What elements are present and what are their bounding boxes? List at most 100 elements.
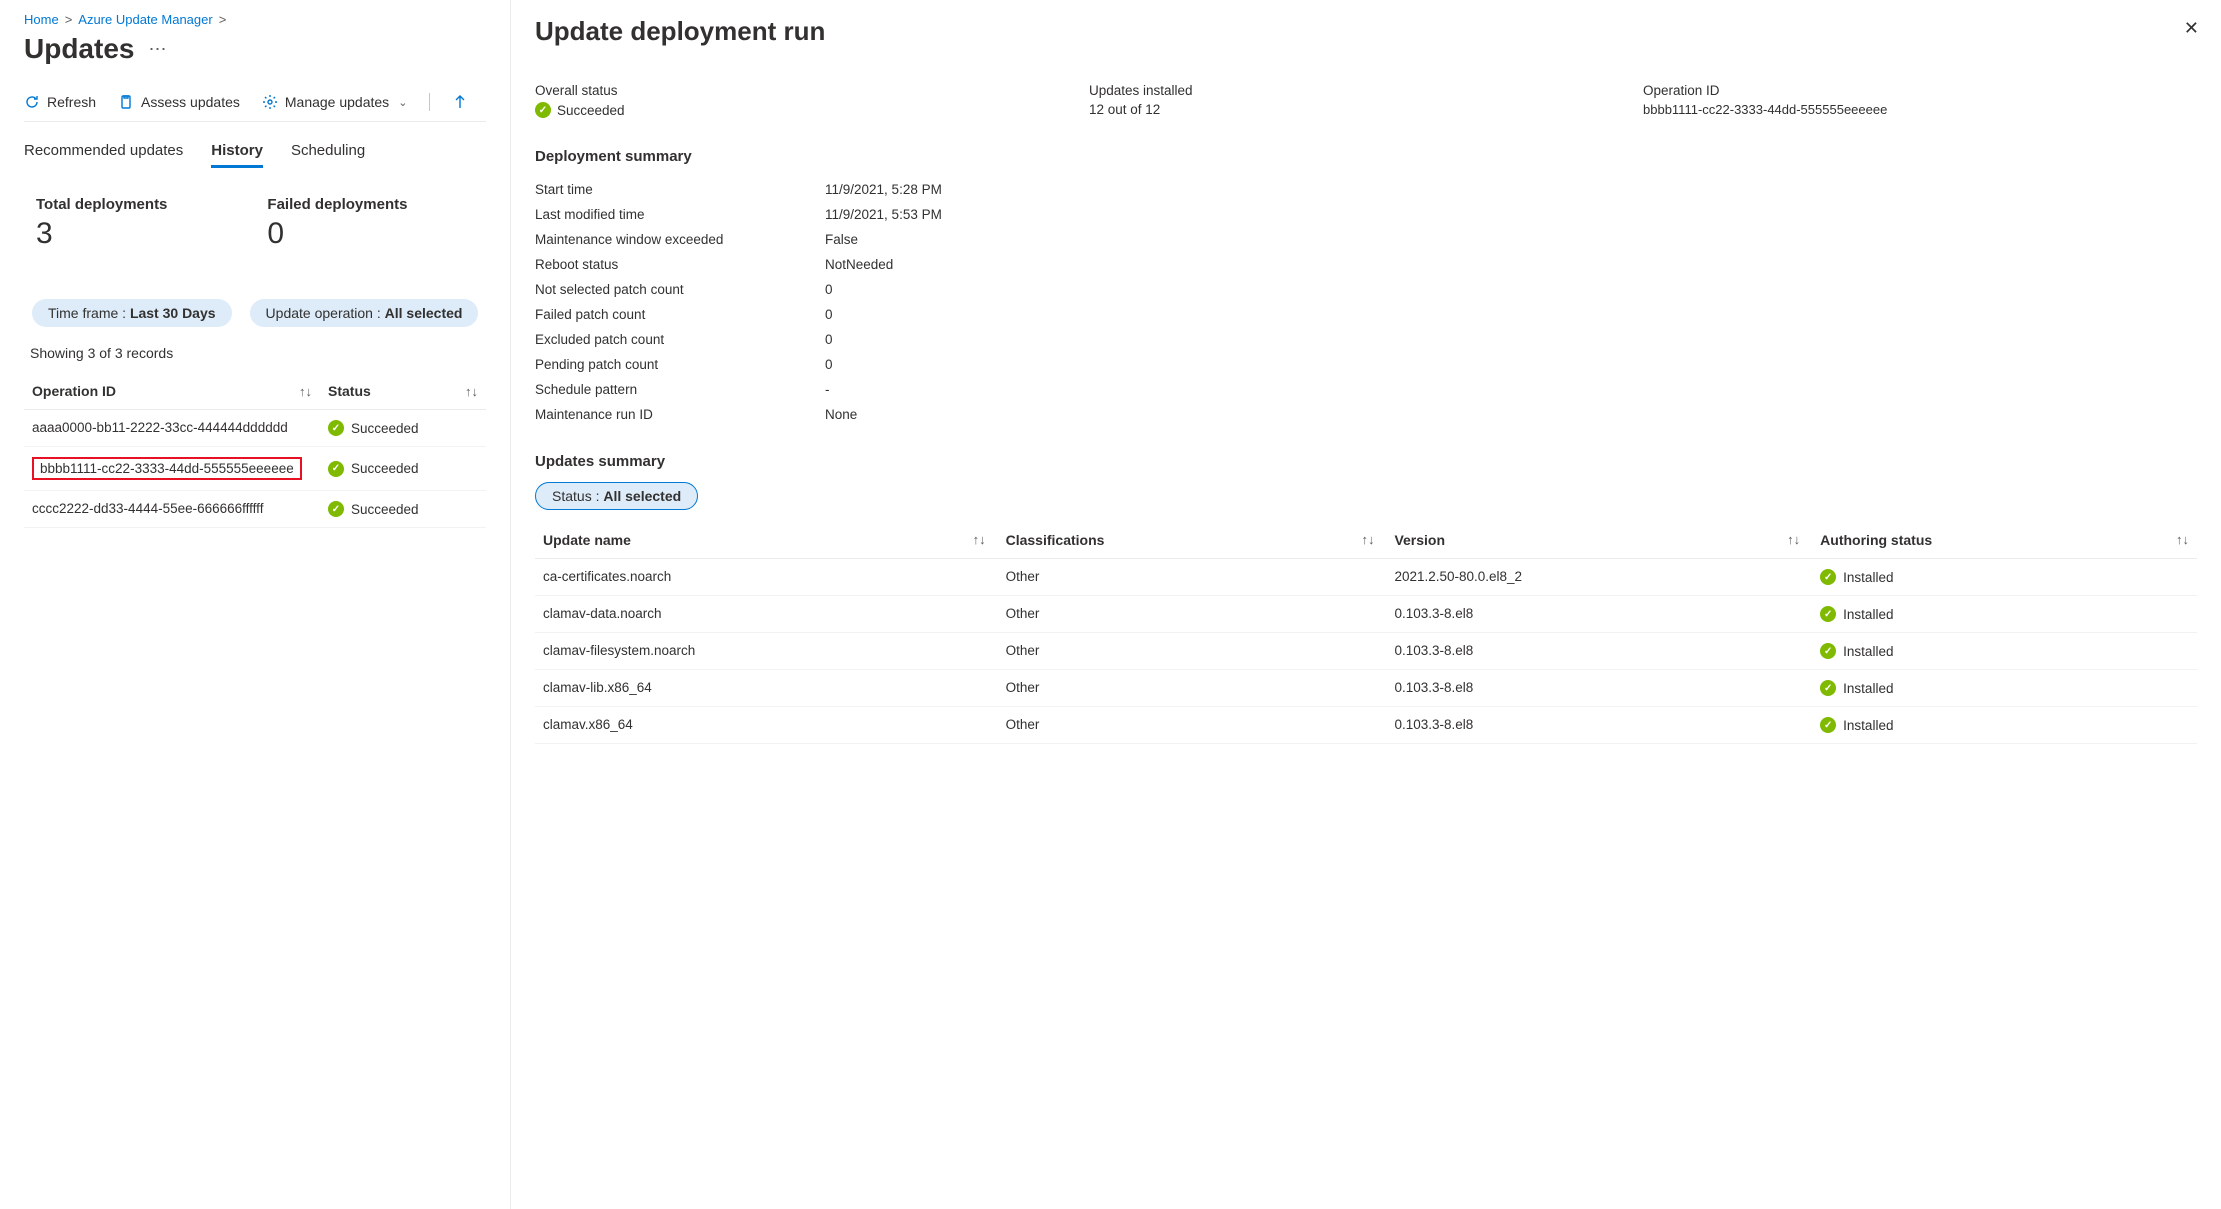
deployment-summary: Start time11/9/2021, 5:28 PMLast modifie…	[535, 177, 2197, 427]
table-row[interactable]: aaaa0000-bb11-2222-33cc-444444dddddd✓Suc…	[24, 410, 486, 447]
cell-classification: Other	[1006, 569, 1395, 585]
updates-table-header: Update name↑↓ Classifications↑↓ Version ↑…	[535, 524, 2197, 559]
cell-operation-id: cccc2222-dd33-4444-55ee-666666ffffff	[32, 501, 328, 517]
close-icon[interactable]: ✕	[2184, 18, 2199, 39]
tabs: Recommended updates History Scheduling	[24, 142, 486, 168]
cell-update-name: clamav-filesystem.noarch	[543, 643, 1006, 659]
table-row[interactable]: ca-certificates.noarchOther2021.2.50-80.…	[535, 559, 2197, 596]
breadcrumb: Home > Azure Update Manager >	[24, 12, 486, 27]
summary-value: 11/9/2021, 5:28 PM	[825, 182, 942, 197]
records-count: Showing 3 of 3 records	[30, 345, 486, 361]
col-operation-id-label: Operation ID	[32, 383, 116, 399]
col-classifications[interactable]: Classifications↑↓	[1006, 532, 1395, 548]
sort-icon[interactable]: ↑↓	[2176, 532, 2189, 548]
success-icon: ✓	[328, 461, 344, 477]
installed-value: 12 out of 12	[1089, 102, 1643, 117]
assess-updates-button[interactable]: Assess updates	[118, 94, 240, 110]
filter-timeframe-label: Time frame :	[48, 305, 130, 321]
col-status[interactable]: Status ↑↓	[328, 383, 478, 399]
col-ver-label: Version	[1394, 532, 1445, 548]
stat-failed: Failed deployments 0	[267, 196, 407, 251]
overview-installed: Updates installed 12 out of 12	[1089, 83, 1643, 118]
success-icon: ✓	[328, 501, 344, 517]
success-icon: ✓	[1820, 606, 1836, 622]
col-auth-label: Authoring status	[1820, 532, 1932, 548]
chevron-right-icon: >	[65, 12, 73, 27]
summary-row: Last modified time11/9/2021, 5:53 PM	[535, 202, 2197, 227]
tab-recommended[interactable]: Recommended updates	[24, 142, 183, 168]
refresh-button[interactable]: Refresh	[24, 94, 96, 110]
summary-value: 11/9/2021, 5:53 PM	[825, 207, 942, 222]
details-panel: ✕ Update deployment run Overall status ✓…	[510, 0, 2221, 1209]
summary-value: None	[825, 407, 857, 422]
chevron-down-icon: ⌄	[398, 96, 407, 109]
sort-icon[interactable]: ↑↓	[973, 532, 986, 548]
sort-icon[interactable]: ↑↓	[299, 384, 312, 399]
assess-label: Assess updates	[141, 94, 240, 110]
status-filter[interactable]: Status : All selected	[535, 482, 698, 510]
summary-key: Pending patch count	[535, 357, 825, 372]
more-icon[interactable]: ⋯	[148, 39, 166, 60]
table-row[interactable]: bbbb1111-cc22-3333-44dd-555555eeeeee✓Suc…	[24, 447, 486, 491]
filter-timeframe[interactable]: Time frame : Last 30 Days	[32, 299, 232, 327]
summary-value: -	[825, 382, 830, 397]
cell-update-name: clamav-data.noarch	[543, 606, 1006, 622]
table-row[interactable]: clamav-lib.x86_64Other0.103.3-8.el8✓Inst…	[535, 670, 2197, 707]
page-title: Updates	[24, 33, 134, 65]
cell-authoring-status: ✓Installed	[1820, 680, 2189, 696]
filter-operation[interactable]: Update operation : All selected	[250, 299, 479, 327]
arrow-up-icon	[452, 94, 468, 110]
cell-version: 0.103.3-8.el8	[1394, 717, 1820, 733]
breadcrumb-service[interactable]: Azure Update Manager	[78, 12, 212, 27]
upload-button[interactable]	[452, 94, 468, 110]
cell-classification: Other	[1006, 643, 1395, 659]
sort-icon[interactable]: ↑↓	[465, 384, 478, 399]
summary-key: Maintenance run ID	[535, 407, 825, 422]
sort-icon[interactable]: ↑↓	[1787, 532, 1800, 548]
manage-updates-button[interactable]: Manage updates ⌄	[262, 94, 408, 110]
table-row[interactable]: cccc2222-dd33-4444-55ee-666666ffffff✓Suc…	[24, 491, 486, 528]
cell-status: ✓Succeeded	[328, 420, 478, 436]
table-row[interactable]: clamav-filesystem.noarchOther0.103.3-8.e…	[535, 633, 2197, 670]
summary-value: 0	[825, 307, 833, 322]
col-update-name[interactable]: Update name↑↓	[543, 532, 1006, 548]
clipboard-icon	[118, 94, 134, 110]
table-row[interactable]: clamav.x86_64Other0.103.3-8.el8✓Installe…	[535, 707, 2197, 744]
summary-key: Failed patch count	[535, 307, 825, 322]
deployments-table-body: aaaa0000-bb11-2222-33cc-444444dddddd✓Suc…	[24, 410, 486, 528]
tab-history[interactable]: History	[211, 142, 263, 168]
cell-version: 0.103.3-8.el8	[1394, 606, 1820, 622]
toolbar: Refresh Assess updates Manage updates ⌄	[24, 93, 486, 122]
refresh-label: Refresh	[47, 94, 96, 110]
gear-icon	[262, 94, 278, 110]
summary-row: Pending patch count0	[535, 352, 2197, 377]
summary-row: Failed patch count0	[535, 302, 2197, 327]
stat-failed-label: Failed deployments	[267, 196, 407, 213]
filter-op-label: Update operation :	[266, 305, 385, 321]
summary-row: Not selected patch count0	[535, 277, 2197, 302]
status-filter-value: All selected	[603, 488, 681, 504]
panel-title: Update deployment run	[535, 16, 2197, 47]
status-filter-label: Status :	[552, 488, 603, 504]
success-icon: ✓	[535, 102, 551, 118]
summary-key: Not selected patch count	[535, 282, 825, 297]
col-authoring-status[interactable]: Authoring status ↑↓	[1820, 532, 2189, 548]
cell-status: ✓Succeeded	[328, 457, 478, 480]
sort-icon[interactable]: ↑↓	[1361, 532, 1374, 548]
success-icon: ✓	[1820, 569, 1836, 585]
overview-overall-status: Overall status ✓ Succeeded	[535, 83, 1089, 118]
summary-value: False	[825, 232, 858, 247]
stat-total: Total deployments 3	[36, 196, 167, 251]
opid-label: Operation ID	[1643, 83, 2197, 98]
main-content: Home > Azure Update Manager > Updates ⋯ …	[0, 0, 510, 1209]
breadcrumb-home[interactable]: Home	[24, 12, 59, 27]
cell-classification: Other	[1006, 680, 1395, 696]
col-operation-id[interactable]: Operation ID ↑↓	[32, 383, 328, 399]
updates-summary-title: Updates summary	[535, 453, 2197, 470]
summary-row: Schedule pattern-	[535, 377, 2197, 402]
col-version[interactable]: Version ↑↓	[1394, 532, 1820, 548]
tab-scheduling[interactable]: Scheduling	[291, 142, 365, 168]
deployments-table-header: Operation ID ↑↓ Status ↑↓	[24, 383, 486, 410]
filters: Time frame : Last 30 Days Update operati…	[32, 299, 486, 327]
table-row[interactable]: clamav-data.noarchOther0.103.3-8.el8✓Ins…	[535, 596, 2197, 633]
